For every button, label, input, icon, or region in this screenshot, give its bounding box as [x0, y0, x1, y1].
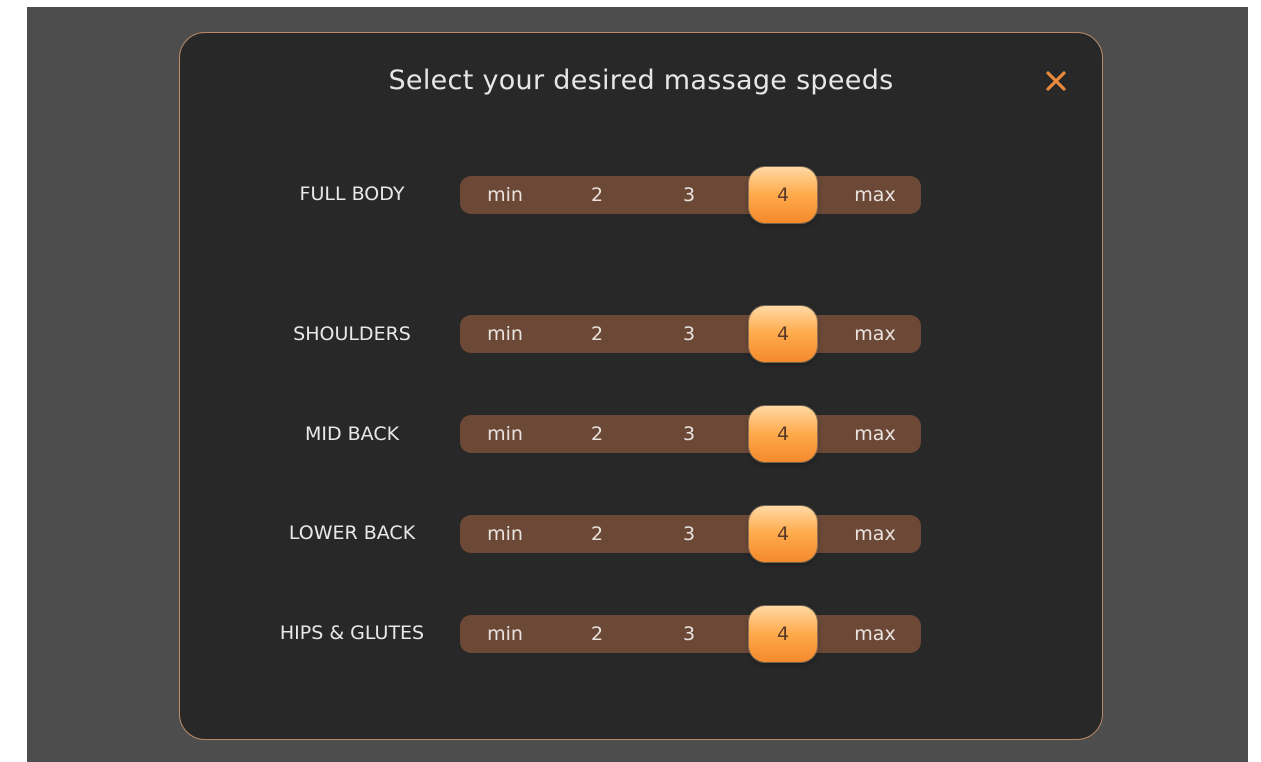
speed-option-min[interactable]: min [472, 176, 538, 214]
speed-option-2[interactable]: 2 [564, 515, 630, 553]
speed-selector-hips-glutes: min 2 3 4 max [460, 606, 921, 662]
speed-option-2[interactable]: 2 [564, 615, 630, 653]
speed-option-max[interactable]: max [842, 415, 908, 453]
close-button[interactable] [1038, 63, 1074, 99]
speed-option-3[interactable]: 3 [656, 615, 722, 653]
speed-selector-mid-back: min 2 3 4 max [460, 406, 921, 462]
speed-option-3[interactable]: 3 [656, 315, 722, 353]
speed-selector-full-body: min 2 3 4 max [460, 167, 921, 223]
speed-option-2[interactable]: 2 [564, 415, 630, 453]
row-label-hips-glutes: HIPS & GLUTES [279, 622, 425, 644]
speed-option-max[interactable]: max [842, 515, 908, 553]
speed-option-4-selected[interactable]: 4 [749, 506, 817, 562]
speed-selector-lower-back: min 2 3 4 max [460, 506, 921, 562]
speed-option-2[interactable]: 2 [564, 176, 630, 214]
speed-option-max[interactable]: max [842, 315, 908, 353]
speed-option-min[interactable]: min [472, 315, 538, 353]
speed-option-4-selected[interactable]: 4 [749, 306, 817, 362]
row-label-shoulders: SHOULDERS [293, 323, 411, 345]
speed-option-3[interactable]: 3 [656, 176, 722, 214]
speed-option-4-selected[interactable]: 4 [749, 406, 817, 462]
row-label-mid-back: MID BACK [304, 423, 400, 445]
speed-selector-shoulders: min 2 3 4 max [460, 306, 921, 362]
speed-option-2[interactable]: 2 [564, 315, 630, 353]
close-icon [1046, 71, 1066, 91]
speed-option-4-selected[interactable]: 4 [749, 606, 817, 662]
speed-dialog: Select your desired massage speeds FULL … [179, 32, 1103, 740]
speed-option-max[interactable]: max [842, 615, 908, 653]
row-label-full-body: FULL BODY [299, 183, 405, 205]
dialog-title: Select your desired massage speeds [388, 65, 894, 96]
speed-option-min[interactable]: min [472, 615, 538, 653]
speed-option-min[interactable]: min [472, 415, 538, 453]
speed-option-max[interactable]: max [842, 176, 908, 214]
speed-option-min[interactable]: min [472, 515, 538, 553]
speed-option-4-selected[interactable]: 4 [749, 167, 817, 223]
speed-option-3[interactable]: 3 [656, 515, 722, 553]
row-label-lower-back: LOWER BACK [288, 522, 416, 544]
speed-option-3[interactable]: 3 [656, 415, 722, 453]
